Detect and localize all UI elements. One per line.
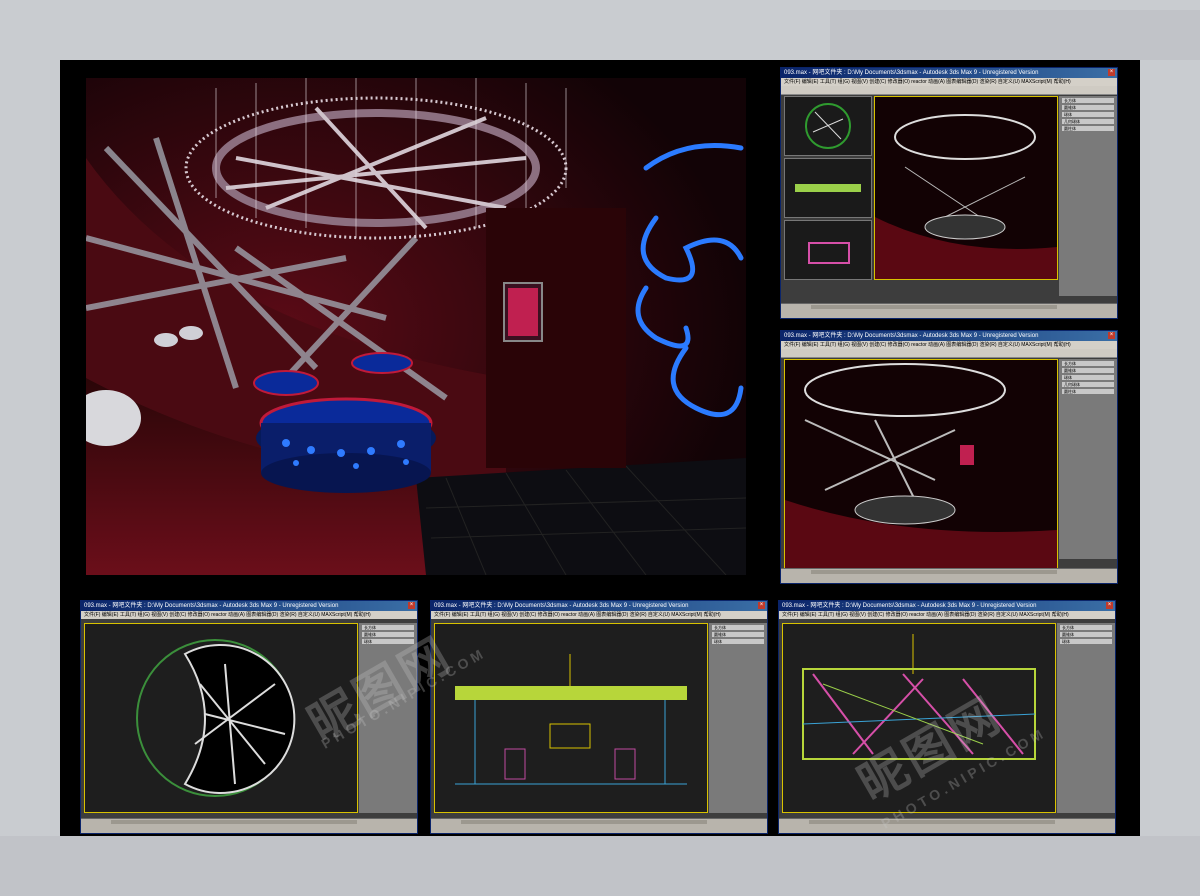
- window-title: 093.max - 网吧文件夹 : D:\My Documents\3dsmax…: [81, 601, 417, 611]
- main-toolbar[interactable]: [781, 349, 1117, 358]
- viewport-left[interactable]: [784, 220, 872, 280]
- cmd-button-sphere[interactable]: 球体: [1062, 375, 1114, 380]
- menu-bar[interactable]: 文件(F) 编辑(E) 工具(T) 组(G) 视图(V) 创建(C) 修改器(O…: [781, 78, 1117, 86]
- command-panel[interactable]: 长方体 圆锥体 球体: [1057, 623, 1115, 813]
- cmd-button-box[interactable]: 长方体: [1062, 98, 1114, 103]
- close-icon[interactable]: ×: [758, 602, 765, 609]
- window-title: 093.max - 网吧文件夹 : D:\My Documents\3dsmax…: [781, 68, 1117, 78]
- menu-bar[interactable]: 文件(F) 编辑(E) 工具(T) 组(G) 视图(V) 创建(C) 修改器(O…: [779, 611, 1115, 619]
- viewport-front[interactable]: [784, 158, 872, 218]
- max-window-bottom-middle: 093.max - 网吧文件夹 : D:\My Documents\3dsmax…: [430, 600, 768, 834]
- cmd-button-box[interactable]: 长方体: [1060, 625, 1112, 630]
- viewport-perspective[interactable]: [874, 96, 1058, 280]
- menu-bar[interactable]: 文件(F) 编辑(E) 工具(T) 组(G) 视图(V) 创建(C) 修改器(O…: [431, 611, 767, 619]
- viewport-perspective[interactable]: [784, 359, 1058, 569]
- max-window-top-right: 093.max - 网吧文件夹 : D:\My Documents\3dsmax…: [780, 67, 1118, 319]
- status-bar: [81, 818, 417, 833]
- status-bar: [781, 303, 1117, 318]
- command-panel[interactable]: 长方体 圆锥体 球体 几何球体 圆柱体: [1059, 359, 1117, 559]
- command-panel[interactable]: 长方体 圆锥体 球体: [709, 623, 767, 813]
- cmd-button-box[interactable]: 长方体: [1062, 361, 1114, 366]
- status-bar: [431, 818, 767, 833]
- time-slider[interactable]: [809, 820, 1055, 824]
- close-icon[interactable]: ×: [1106, 602, 1113, 609]
- status-bar: [781, 568, 1117, 583]
- menu-bar[interactable]: 文件(F) 编辑(E) 工具(T) 组(G) 视图(V) 创建(C) 修改器(O…: [781, 341, 1117, 349]
- close-icon[interactable]: ×: [408, 602, 415, 609]
- cmd-button-sphere[interactable]: 球体: [1062, 112, 1114, 117]
- cmd-button-cylinder[interactable]: 圆柱体: [1062, 389, 1114, 394]
- cmd-button-cylinder[interactable]: 圆柱体: [1062, 126, 1114, 131]
- close-icon[interactable]: ×: [1108, 69, 1115, 76]
- max-window-mid-right: 093.max - 网吧文件夹 : D:\My Documents\3dsmax…: [780, 330, 1118, 584]
- window-title: 093.max - 网吧文件夹 : D:\My Documents\3dsmax…: [781, 331, 1117, 341]
- window-title: 093.max - 网吧文件夹 : D:\My Documents\3dsmax…: [779, 601, 1115, 611]
- window-title: 093.max - 网吧文件夹 : D:\My Documents\3dsmax…: [431, 601, 767, 611]
- cmd-button-cone[interactable]: 圆锥体: [712, 632, 764, 637]
- background-ghost-window: [830, 10, 1200, 60]
- cmd-button-sphere[interactable]: 球体: [1060, 639, 1112, 644]
- time-slider[interactable]: [461, 820, 707, 824]
- main-toolbar[interactable]: [781, 86, 1117, 95]
- time-slider[interactable]: [811, 305, 1057, 309]
- status-bar: [779, 818, 1115, 833]
- cmd-button-box[interactable]: 长方体: [712, 625, 764, 630]
- cmd-button-cone[interactable]: 圆锥体: [1062, 105, 1114, 110]
- render-illustration: [86, 78, 746, 575]
- time-slider[interactable]: [811, 570, 1057, 574]
- cmd-button-sphere[interactable]: 球体: [712, 639, 764, 644]
- menu-bar[interactable]: 文件(F) 编辑(E) 工具(T) 组(G) 视图(V) 创建(C) 修改器(O…: [81, 611, 417, 619]
- background-ghost-window: [0, 836, 1200, 896]
- cmd-button-geosphere[interactable]: 几何球体: [1062, 119, 1114, 124]
- viewport-top[interactable]: [784, 96, 872, 156]
- command-panel[interactable]: 长方体 圆锥体 球体 几何球体 圆柱体: [1059, 96, 1117, 296]
- cmd-button-cone[interactable]: 圆锥体: [1060, 632, 1112, 637]
- cmd-button-geosphere[interactable]: 几何球体: [1062, 382, 1114, 387]
- close-icon[interactable]: ×: [1108, 332, 1115, 339]
- cmd-button-cone[interactable]: 圆锥体: [1062, 368, 1114, 373]
- rendered-ktv-room-image: [86, 78, 746, 575]
- time-slider[interactable]: [111, 820, 357, 824]
